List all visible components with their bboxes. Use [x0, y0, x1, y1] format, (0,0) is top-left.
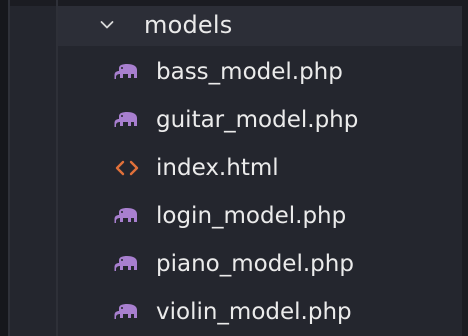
- file-name: guitar_model.php: [156, 107, 359, 133]
- php-elephant-icon: [114, 112, 137, 127]
- file-explorer-panel: models bass_model.php guitar_model.php i…: [0, 0, 468, 336]
- sidebar-border: [8, 0, 10, 336]
- folder-name: models: [144, 11, 233, 39]
- scrollbar-track[interactable]: [462, 0, 468, 336]
- file-name: index.html: [156, 155, 279, 181]
- chevron-down-icon[interactable]: [100, 18, 114, 32]
- file-name: piano_model.php: [156, 251, 354, 277]
- file-row[interactable]: index.html: [58, 146, 462, 190]
- html-code-icon: [115, 160, 139, 176]
- file-row[interactable]: bass_model.php: [58, 50, 462, 94]
- php-elephant-icon: [114, 304, 137, 319]
- php-elephant-icon: [114, 256, 137, 271]
- activity-bar-edge: [0, 0, 8, 336]
- file-name: violin_model.php: [156, 299, 352, 325]
- php-elephant-icon: [114, 208, 137, 223]
- folder-row-models[interactable]: models: [58, 6, 462, 46]
- file-name: login_model.php: [156, 203, 347, 229]
- file-name: bass_model.php: [156, 59, 343, 85]
- file-row[interactable]: login_model.php: [58, 194, 462, 238]
- php-elephant-icon: [114, 64, 137, 79]
- file-row[interactable]: violin_model.php: [58, 290, 462, 334]
- file-row[interactable]: piano_model.php: [58, 242, 462, 286]
- file-row[interactable]: guitar_model.php: [58, 98, 462, 142]
